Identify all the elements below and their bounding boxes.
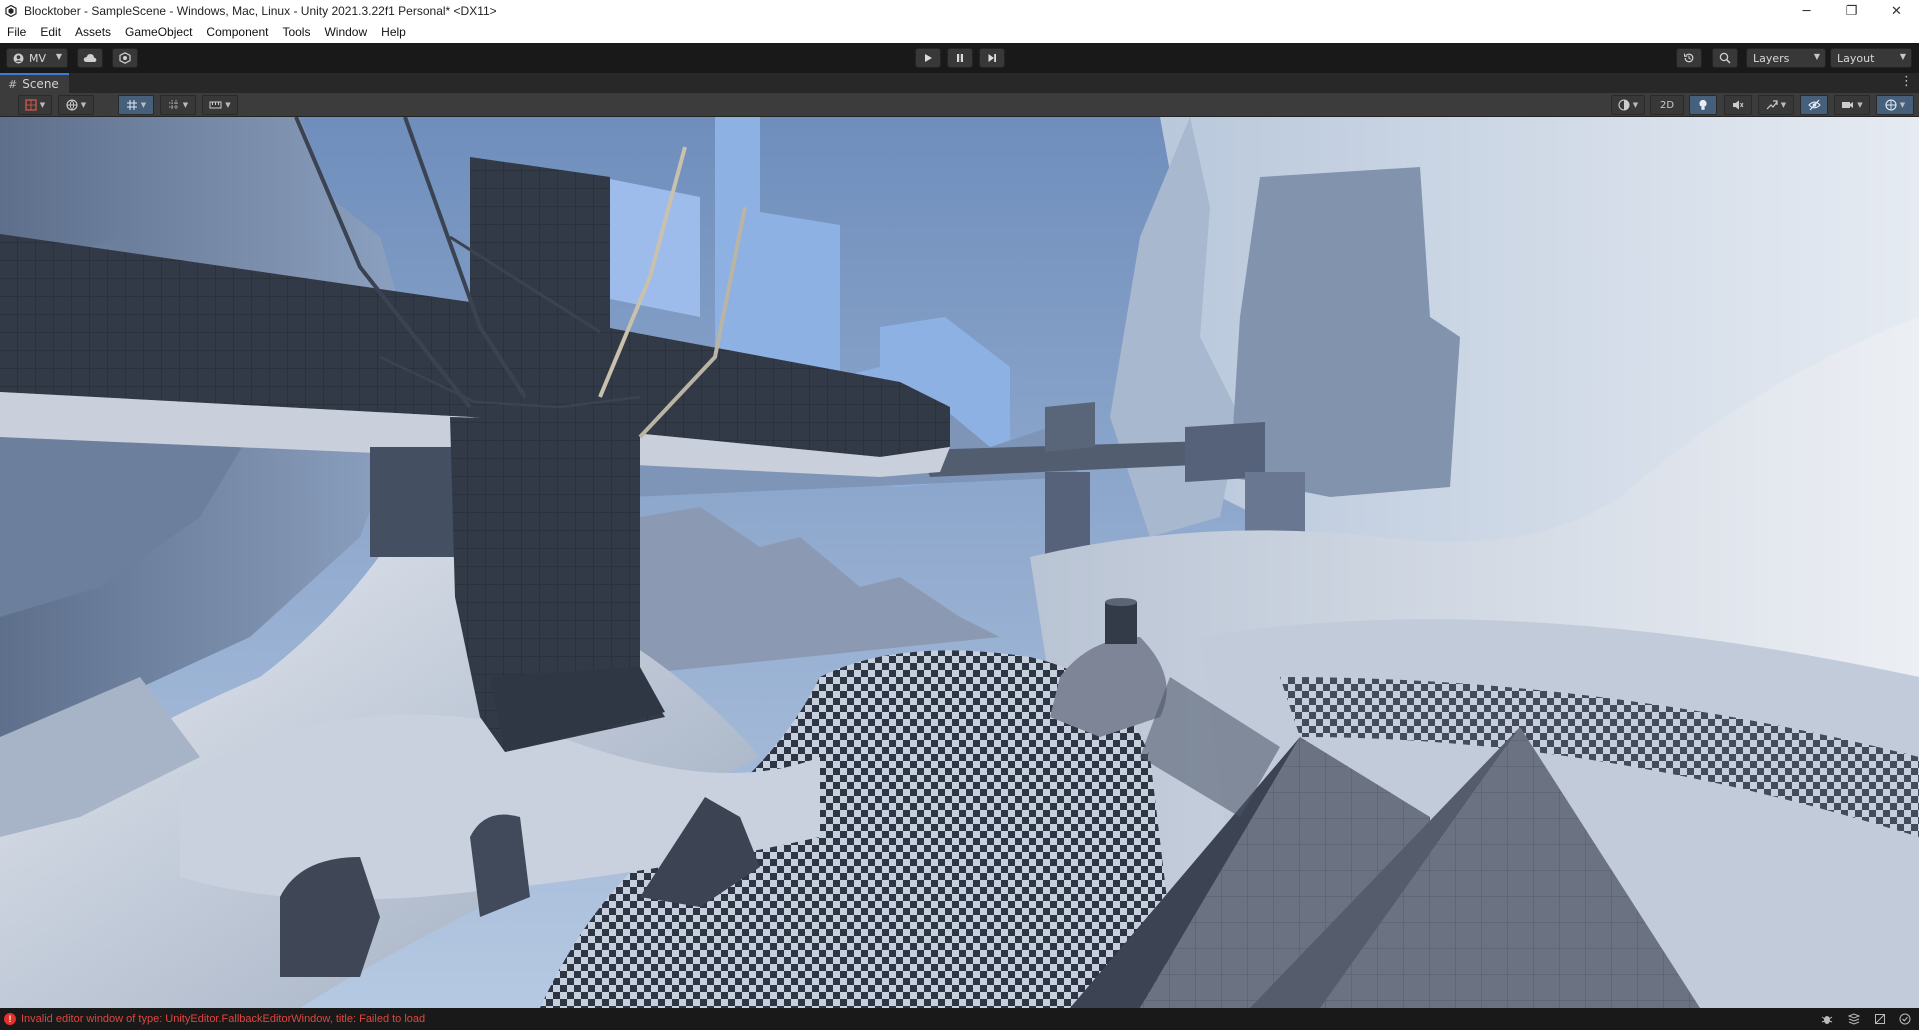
camera-icon bbox=[1841, 99, 1854, 111]
menu-component[interactable]: Component bbox=[199, 22, 275, 43]
chevron-down-icon: ▼ bbox=[1857, 101, 1863, 109]
main-toolbar: MV ▼ Layers ▼ Layout ▼ bbox=[0, 43, 1919, 73]
tab-scene-label: Scene bbox=[22, 77, 59, 91]
effects-icon bbox=[1766, 99, 1778, 111]
scene-viewport[interactable] bbox=[0, 117, 1919, 1008]
menu-window[interactable]: Window bbox=[317, 22, 374, 43]
eye-slash-icon bbox=[1807, 99, 1821, 111]
layout-dropdown[interactable]: Layout ▼ bbox=[1830, 48, 1912, 68]
chevron-down-icon: ▼ bbox=[140, 101, 147, 109]
account-dropdown[interactable]: MV ▼ bbox=[6, 48, 68, 68]
menu-gameobject[interactable]: GameObject bbox=[118, 22, 199, 43]
scene-toolbar: ▼ ▼ ▼ ▼ ▼ ▼ 2D ▼ ▼ ▼ bbox=[0, 93, 1919, 117]
cache-server-icon[interactable] bbox=[1873, 1012, 1887, 1026]
collab-icon bbox=[119, 52, 131, 64]
shading-mode-dropdown[interactable]: ▼ bbox=[1611, 95, 1645, 115]
layers-dropdown[interactable]: Layers ▼ bbox=[1746, 48, 1826, 68]
menu-edit[interactable]: Edit bbox=[33, 22, 68, 43]
menu-tools[interactable]: Tools bbox=[275, 22, 317, 43]
scene-tab-bar: # Scene ⋮ bbox=[0, 73, 1919, 93]
layout-label: Layout bbox=[1837, 51, 1875, 65]
lighting-toggle[interactable] bbox=[1689, 95, 1717, 115]
increment-snap-dropdown[interactable]: ▼ bbox=[202, 95, 238, 115]
gizmo-globe-icon bbox=[1885, 99, 1897, 111]
chevron-down-icon: ▼ bbox=[225, 101, 231, 109]
minimize-button[interactable]: ─ bbox=[1784, 0, 1829, 22]
speaker-icon bbox=[1732, 99, 1744, 111]
scene-render bbox=[0, 117, 1919, 1008]
close-button[interactable]: ✕ bbox=[1874, 0, 1919, 22]
chevron-down-icon: ▼ bbox=[80, 101, 87, 109]
draw-mode-dropdown[interactable]: ▼ bbox=[18, 95, 52, 115]
tab-scene[interactable]: # Scene bbox=[0, 73, 69, 93]
history-icon bbox=[1683, 52, 1695, 64]
cloud-icon bbox=[83, 53, 97, 63]
maximize-button[interactable]: ❐ bbox=[1829, 0, 1874, 22]
chevron-down-icon: ▼ bbox=[55, 52, 62, 61]
chevron-down-icon: ▼ bbox=[1899, 52, 1906, 61]
draw-mode-icon bbox=[25, 99, 37, 111]
menu-assets[interactable]: Assets bbox=[68, 22, 118, 43]
pause-button[interactable] bbox=[947, 48, 973, 68]
mode-2d-label: 2D bbox=[1659, 99, 1675, 111]
chevron-down-icon: ▼ bbox=[1632, 101, 1639, 109]
lightbulb-icon bbox=[1698, 99, 1708, 111]
snap-icon bbox=[126, 99, 138, 111]
unity-logo-icon bbox=[4, 4, 18, 18]
gizmos-dropdown[interactable]: ▼ bbox=[1876, 95, 1914, 115]
ruler-icon bbox=[209, 99, 222, 111]
chevron-down-icon: ▼ bbox=[1899, 101, 1906, 109]
search-button[interactable] bbox=[1712, 48, 1738, 68]
menu-file[interactable]: File bbox=[0, 22, 33, 43]
console-message[interactable]: Invalid editor window of type: UnityEdit… bbox=[21, 1013, 425, 1025]
scene-visibility-toggle[interactable] bbox=[1800, 95, 1828, 115]
play-button[interactable] bbox=[915, 48, 941, 68]
search-icon bbox=[1719, 52, 1731, 64]
window-titlebar: Blocktober - SampleScene - Windows, Mac,… bbox=[0, 0, 1919, 22]
more-options-icon[interactable]: ⋮ bbox=[1900, 74, 1913, 89]
chevron-down-icon: ▼ bbox=[1813, 52, 1820, 61]
chevron-down-icon: ▼ bbox=[39, 101, 46, 109]
step-icon bbox=[987, 53, 997, 63]
history-button[interactable] bbox=[1676, 48, 1702, 68]
effects-dropdown[interactable]: ▼ bbox=[1758, 95, 1794, 115]
layers-label: Layers bbox=[1753, 51, 1790, 65]
debug-bug-icon[interactable] bbox=[1820, 1012, 1834, 1026]
audio-toggle[interactable] bbox=[1724, 95, 1752, 115]
menu-help[interactable]: Help bbox=[374, 22, 413, 43]
check-circle-icon[interactable] bbox=[1898, 1012, 1912, 1026]
grid-icon: # bbox=[8, 77, 18, 91]
orientation-dropdown[interactable]: ▼ bbox=[58, 95, 94, 115]
globe-icon bbox=[66, 99, 78, 111]
stack-icon[interactable] bbox=[1847, 1012, 1861, 1026]
step-button[interactable] bbox=[979, 48, 1005, 68]
chevron-down-icon: ▼ bbox=[1780, 101, 1787, 109]
window-title: Blocktober - SampleScene - Windows, Mac,… bbox=[24, 4, 497, 18]
grid-icon bbox=[168, 99, 180, 111]
chevron-down-icon: ▼ bbox=[182, 101, 189, 109]
account-icon bbox=[13, 53, 24, 64]
status-bar: ! Invalid editor window of type: UnityEd… bbox=[0, 1008, 1919, 1030]
snap-toggle[interactable]: ▼ bbox=[118, 95, 154, 115]
mode-2d-toggle[interactable]: 2D bbox=[1650, 95, 1684, 115]
play-icon bbox=[923, 53, 933, 63]
grid-snap-dropdown[interactable]: ▼ bbox=[160, 95, 196, 115]
cloud-button[interactable] bbox=[77, 48, 103, 68]
menu-bar: File Edit Assets GameObject Component To… bbox=[0, 22, 1919, 43]
camera-settings-dropdown[interactable]: ▼ bbox=[1834, 95, 1870, 115]
collab-button[interactable] bbox=[112, 48, 138, 68]
error-icon: ! bbox=[4, 1013, 16, 1025]
shading-sphere-icon bbox=[1618, 99, 1630, 111]
pause-icon bbox=[955, 53, 965, 63]
account-label: MV bbox=[29, 51, 47, 65]
